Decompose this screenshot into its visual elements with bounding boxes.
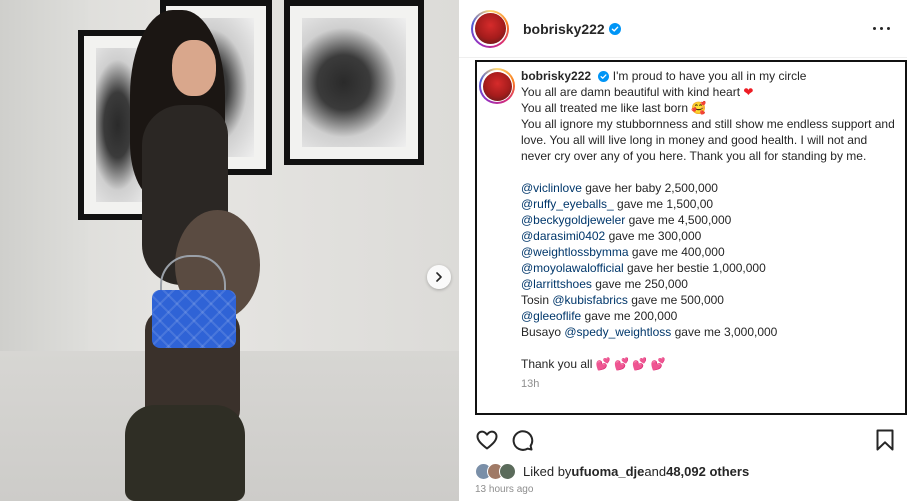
mention-link[interactable]: @ruffy_eyeballs_ [521,197,614,211]
gift-line: Tosin @kubisfabrics gave me 500,000 [521,292,895,308]
gift-line: @viclinlove gave her baby 2,500,000 [521,180,895,196]
caption-username[interactable]: bobrisky222 [521,69,591,83]
action-bar [459,420,907,458]
likes-summary: Liked by ufuoma_dje and 48,092 others [475,461,749,481]
gift-line: @larrittshoes gave me 250,000 [521,276,895,292]
gift-text: gave her baby 2,500,000 [581,181,718,195]
liker-username[interactable]: ufuoma_dje [571,464,644,479]
verified-badge-icon [608,22,621,35]
person-figure [120,10,280,501]
heart-icon[interactable] [475,428,499,452]
mention-link[interactable]: @moyolawalofficial [521,261,624,275]
chevron-right-icon [436,272,442,282]
gift-line: @weightlossbymma gave me 400,000 [521,244,895,260]
post-photo[interactable] [0,0,459,501]
caption-box: bobrisky222 I'm proud to have you all in… [475,60,907,415]
red-heart-emoji: ❤ [743,85,754,99]
more-options-button[interactable] [869,18,893,38]
caption-line: I'm proud to have you all in my circle [612,69,807,83]
gift-text: gave me 3,000,000 [671,325,778,339]
verified-badge-icon [598,71,610,82]
mention-link[interactable]: @beckygoldjeweler [521,213,625,227]
gift-text: gave me 200,000 [581,309,678,323]
more-options-icon [872,26,876,30]
gift-text: gave me 300,000 [605,229,702,243]
avatar [499,462,516,480]
gift-text: gave me 4,500,000 [625,213,732,227]
likes-count[interactable]: 48,092 others [666,464,749,479]
two-hearts-emoji: 💕 💕 💕 💕 [595,357,666,371]
caption-paragraph: You all ignore my stubbornness and still… [521,117,895,163]
gift-line: @beckygoldjeweler gave me 4,500,000 [521,212,895,228]
caption-line: Thank you all [521,357,593,371]
gift-line: @darasimi0402 gave me 300,000 [521,228,895,244]
mention-link[interactable]: @kubisfabrics [552,293,628,307]
gift-list: @viclinlove gave her baby 2,500,000 @ruff… [521,180,895,340]
mention-link[interactable]: @larrittshoes [521,277,592,291]
gift-line: @moyolawalofficial gave her bestie 1,000… [521,260,895,276]
gift-line: @gleeoflife gave me 200,000 [521,308,895,324]
gift-line: @ruffy_eyeballs_ gave me 1,500,00 [521,196,895,212]
mention-link[interactable]: @gleeoflife [521,309,581,323]
liker-avatars [475,462,516,480]
post-username[interactable]: bobrisky222 [523,21,605,37]
post-side-panel: bobrisky222 bobrisky222 I'm proud to hav… [459,0,907,501]
comment-icon[interactable] [510,428,534,452]
avatar[interactable] [479,68,515,104]
wall-art-frame [284,0,424,165]
post-timestamp[interactable]: 13 hours ago [475,484,533,495]
likes-middle: and [644,463,667,479]
caption-line: You all are damn beautiful with kind hea… [521,85,741,99]
gift-prefix: Busayo [521,325,565,339]
caption-line: You all treated me like last born [521,101,688,115]
gift-text: gave me 1,500,00 [613,197,714,211]
caption-time[interactable]: 13h [521,376,895,392]
caption-text: bobrisky222 I'm proud to have you all in… [521,68,895,392]
gift-text: gave me 500,000 [627,293,724,307]
mention-link[interactable]: @spedy_weightloss [564,325,671,339]
avatar[interactable] [471,9,509,48]
likes-prefix: Liked by [523,463,572,479]
gift-text: gave me 250,000 [591,277,688,291]
gift-text: gave me 400,000 [628,245,725,259]
smiling-face-emoji: 🥰 [691,101,707,115]
bookmark-icon[interactable] [873,428,897,452]
mention-link[interactable]: @viclinlove [521,181,582,195]
mention-link[interactable]: @weightlossbymma [521,245,629,259]
post-header: bobrisky222 [459,0,907,58]
gift-prefix: Tosin [521,293,553,307]
gift-text: gave her bestie 1,000,000 [623,261,766,275]
mention-link[interactable]: @darasimi0402 [521,229,605,243]
carousel-next-button[interactable] [427,265,451,289]
blue-handbag [152,290,236,348]
gift-line: Busayo @spedy_weightloss gave me 3,000,0… [521,324,895,340]
